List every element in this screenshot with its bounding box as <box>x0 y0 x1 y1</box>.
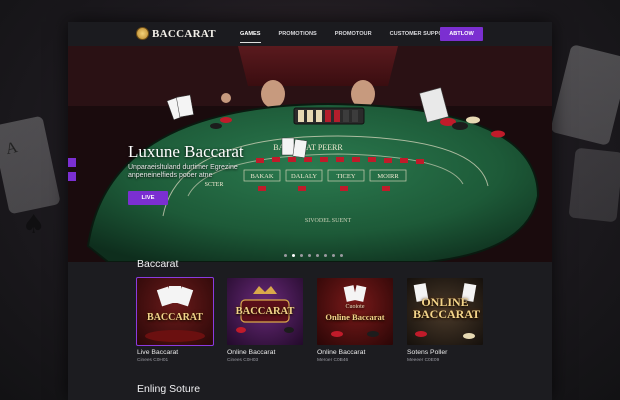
thumbnail-title: BACCARAT <box>147 312 203 323</box>
thumbnail-title: Online Baccarat <box>325 312 385 322</box>
game-card-sotens-poller[interactable]: ONLINE BACCARAT Sotens Poller Meeeer C0E… <box>407 278 483 363</box>
hero-subtitle: Unparaeisltuland durtimer Egrezine anpen… <box>128 164 238 180</box>
nav-link-promotions[interactable]: PROMOTIONS <box>279 22 317 46</box>
game-thumbnail[interactable]: BACCARAT <box>136 277 214 346</box>
carousel-dot-active[interactable] <box>292 254 295 257</box>
game-meta: Meeeer C0E09 <box>407 358 440 363</box>
top-navigation: BACCARAT GAMES PROMOTIONS PROMOTOUR CUST… <box>68 22 552 46</box>
table-bet-2: DALALY <box>291 173 317 180</box>
game-title: Live Baccarat <box>137 349 179 356</box>
website-window: BACCARAT GAMES PROMOTIONS PROMOTOUR CUST… <box>68 22 552 400</box>
carousel-dot[interactable] <box>324 254 327 257</box>
section-title-baccarat: Baccarat <box>137 258 179 270</box>
carousel-dot[interactable] <box>340 254 343 257</box>
game-meta: Cinees C0H01 <box>137 358 169 363</box>
carousel-dot[interactable] <box>300 254 303 257</box>
hero-live-button[interactable]: LIVE <box>128 191 168 205</box>
game-thumbnail[interactable]: ONLINE BACCARAT <box>407 278 483 345</box>
nav-links: GAMES PROMOTIONS PROMOTOUR CUSTOMER SUPP… <box>240 22 468 46</box>
game-meta: Cinees C0H03 <box>227 358 259 363</box>
table-bet-3: TICEY <box>336 173 355 180</box>
nav-link-games[interactable]: GAMES <box>240 22 261 46</box>
game-card-online-baccarat-2[interactable]: Cuoiote Online Baccarat Online Baccarat … <box>317 278 393 363</box>
game-title: Online Baccarat <box>317 349 366 356</box>
thumbnail-title: ONLINE BACCARAT <box>413 295 481 321</box>
game-meta: Meroer C0B46 <box>317 358 349 363</box>
hero-title: Luxune Baccarat <box>128 142 244 161</box>
hero-banner: BACCARAT PEERR BAKAK DALALY TICEY MOIRR … <box>68 46 552 262</box>
background-card-left <box>0 115 61 215</box>
table-text-bottom: SIVODEL SUENT <box>305 218 352 224</box>
carousel-dot[interactable] <box>308 254 311 257</box>
carousel-dot[interactable] <box>332 254 335 257</box>
game-card-live-baccarat[interactable]: BACCARAT Live Baccarat Cinees C0H01 <box>136 277 214 363</box>
background-card-right <box>550 44 620 146</box>
chip-logo-icon <box>136 27 149 40</box>
site-logo[interactable]: BACCARAT <box>136 27 216 40</box>
game-thumbnail[interactable]: BACCARAT <box>227 278 303 345</box>
game-title: Online Baccarat <box>227 349 276 356</box>
nav-link-promotour[interactable]: PROMOTOUR <box>335 22 372 46</box>
logo-text: BACCARAT <box>152 27 216 40</box>
background-spade-icon: ♠ <box>22 210 46 240</box>
nav-cta-button[interactable]: ABTLOW <box>440 27 483 41</box>
game-list: BACCARAT Live Baccarat Cinees C0H01 BACC… <box>136 277 483 363</box>
game-title: Sotens Poller <box>407 349 448 356</box>
game-card-online-baccarat[interactable]: BACCARAT Online Baccarat Cinees C0H03 <box>227 278 303 363</box>
carousel-dot[interactable] <box>316 254 319 257</box>
carousel-prev-arrow[interactable] <box>68 158 76 167</box>
thumbnail-title: BACCARAT <box>235 306 295 317</box>
background-card-right-lower <box>568 147 620 223</box>
section-title-next: Enling Soture <box>137 383 201 395</box>
chip-rack-icon <box>293 107 365 125</box>
table-side-text: SCTER <box>205 182 224 188</box>
carousel-dot[interactable] <box>284 254 287 257</box>
game-thumbnail[interactable]: Cuoiote Online Baccarat <box>317 278 393 345</box>
carousel-dots <box>284 254 343 257</box>
thumbnail-subtitle: Cuoiote <box>345 304 365 310</box>
table-bet-4: MOIRR <box>377 173 399 180</box>
carousel-next-arrow[interactable] <box>68 172 76 181</box>
